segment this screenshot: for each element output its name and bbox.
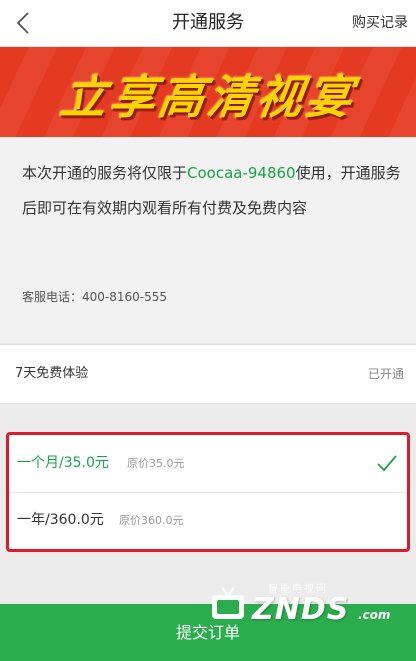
plan-option-monthly[interactable]: 一个月/35.0元 原价35.0元 <box>9 435 407 493</box>
trial-status: 已开通 <box>367 367 404 381</box>
watermark-domain: .com <box>358 608 391 622</box>
description-prefix: 本次开通的服务将仅限于 <box>22 164 188 182</box>
free-trial-row: 7天免费体验 已开通 <box>0 344 416 404</box>
plan-original-price: 原价360.0元 <box>119 514 184 527</box>
app-header: 开通服务 购买记录 <box>0 0 416 47</box>
device-id: Coocaa-94860 <box>187 164 296 182</box>
plan-options: 一个月/35.0元 原价35.0元 一年/360.0元 原价360.0元 <box>6 432 410 552</box>
promo-banner: 立享高清视宴 <box>0 47 416 137</box>
watermark-logo: 智能电视网 ZNDS .com <box>208 580 398 628</box>
plan-option-yearly[interactable]: 一年/360.0元 原价360.0元 <box>9 492 407 549</box>
banner-text: 立享高清视宴 <box>56 70 359 124</box>
plan-original-price: 原价35.0元 <box>127 457 185 470</box>
service-description: 本次开通的服务将仅限于Coocaa-94860使用，开通服务后即可在有效期内观看… <box>22 156 402 226</box>
customer-service-hotline: 客服电话：400-8160-555 <box>22 290 168 304</box>
plan-name: 一个月/35.0元 <box>17 455 109 471</box>
trial-label: 7天免费体验 <box>15 366 89 381</box>
service-info: 本次开通的服务将仅限于Coocaa-94860使用，开通服务后即可在有效期内观看… <box>0 138 416 343</box>
watermark-main: ZNDS <box>252 592 350 627</box>
purchase-records-link[interactable]: 购买记录 <box>352 0 408 46</box>
plan-name: 一年/360.0元 <box>17 512 104 528</box>
tv-logo-icon <box>212 587 244 619</box>
checkmark-icon <box>377 455 397 472</box>
